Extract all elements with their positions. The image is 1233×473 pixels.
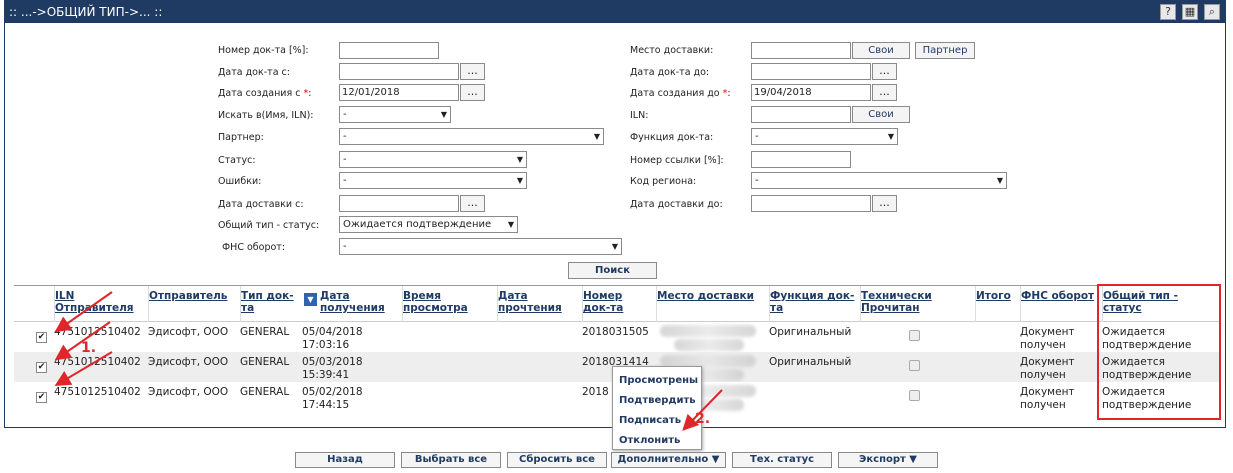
- annotation-step-1: 1.: [81, 340, 97, 356]
- arrow-row1: [54, 291, 113, 333]
- more-actions-button[interactable]: Дополнительно ▼: [611, 452, 726, 468]
- export-button[interactable]: Экспорт ▼: [838, 452, 938, 468]
- select-all-button[interactable]: Выбрать все: [401, 452, 501, 468]
- arrow-row3: [54, 351, 113, 387]
- annotation-arrows: [54, 291, 723, 431]
- back-button[interactable]: Назад: [295, 452, 395, 468]
- tech-status-button[interactable]: Тех. статус: [732, 452, 832, 468]
- reset-all-button[interactable]: Сбросить все: [507, 452, 607, 468]
- annotation-step-2: 2.: [695, 411, 711, 427]
